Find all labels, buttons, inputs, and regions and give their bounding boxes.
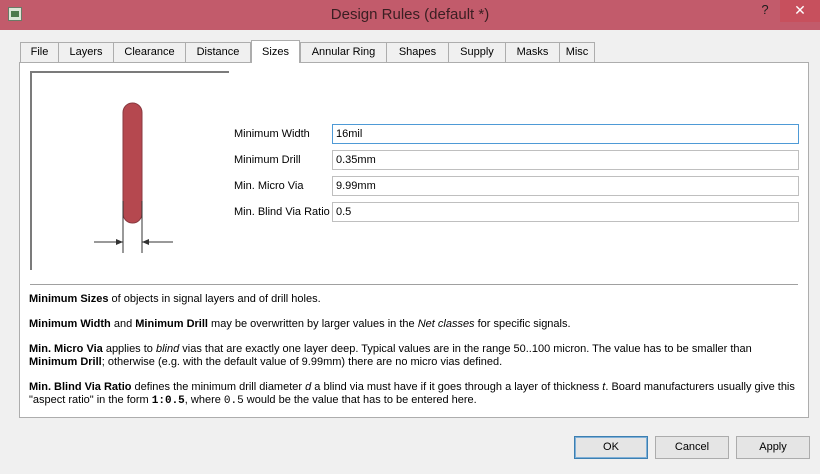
window-title: Design Rules (default *) xyxy=(330,6,490,23)
term-minimum-drill: Minimum Drill xyxy=(135,318,208,330)
min-drill-label: Minimum Drill xyxy=(234,154,301,166)
tab-shapes[interactable]: Shapes xyxy=(386,42,449,62)
aspect-ratio-value: 0.5 xyxy=(223,395,244,407)
min-drill-input[interactable] xyxy=(332,150,799,170)
cancel-button[interactable]: Cancel xyxy=(655,436,729,459)
tab-distance[interactable]: Distance xyxy=(185,42,251,62)
tab-masks[interactable]: Masks xyxy=(505,42,560,62)
tab-sizes[interactable]: Sizes xyxy=(251,40,300,63)
desc-text: , where xyxy=(184,394,224,406)
term-minimum-sizes: Minimum Sizes xyxy=(29,293,109,305)
tab-misc[interactable]: Misc xyxy=(559,42,595,62)
arrow-left-icon xyxy=(142,239,149,245)
desc-text: a blind via must have if it goes through… xyxy=(311,381,603,393)
separator xyxy=(30,284,798,285)
desc-text: for specific signals. xyxy=(474,318,571,330)
term-minimum-width: Minimum Width xyxy=(29,318,111,330)
desc-text: and xyxy=(110,318,136,330)
term-min-micro-via: Min. Micro Via xyxy=(29,343,103,355)
sizes-panel: Minimum Width Minimum Drill Min. Micro V… xyxy=(19,62,809,418)
description-minimum-sizes: Minimum Sizes of objects in signal layer… xyxy=(29,293,799,306)
min-width-label: Minimum Width xyxy=(234,128,310,140)
min-blind-via-ratio-input[interactable] xyxy=(332,202,799,222)
description-blind-via-ratio: Min. Blind Via Ratio defines the minimum… xyxy=(29,381,799,408)
desc-text: ; otherwise (e.g. with the default value… xyxy=(101,356,503,368)
desc-text: would be the value that has to be entere… xyxy=(243,394,477,406)
tab-annular-ring[interactable]: Annular Ring xyxy=(300,42,387,62)
desc-text: defines the minimum drill diameter xyxy=(131,381,306,393)
min-width-input[interactable] xyxy=(332,124,799,144)
arrow-right-icon xyxy=(116,239,123,245)
description-micro-via: Min. Micro Via applies to blind vias tha… xyxy=(29,343,799,369)
aspect-ratio-example: 1:0.5 xyxy=(151,395,185,407)
apply-button[interactable]: Apply xyxy=(736,436,810,459)
trace-width-preview xyxy=(30,71,229,270)
min-micro-via-label: Min. Micro Via xyxy=(234,180,304,192)
desc-text: vias that are exactly one layer deep. Ty… xyxy=(179,343,752,355)
trace-shape xyxy=(122,102,143,224)
tab-supply[interactable]: Supply xyxy=(448,42,506,62)
min-micro-via-input[interactable] xyxy=(332,176,799,196)
term-net-classes: Net classes xyxy=(417,318,475,330)
ok-button[interactable]: OK xyxy=(574,436,648,459)
term-blind: blind xyxy=(155,343,180,355)
trace-width-diagram xyxy=(94,102,173,253)
close-icon: ✕ xyxy=(794,2,806,18)
desc-text: of objects in signal layers and of drill… xyxy=(108,293,321,305)
title-bar[interactable]: Design Rules (default *) ? ✕ xyxy=(0,0,820,30)
close-button[interactable]: ✕ xyxy=(780,0,820,22)
term-min-blind-via-ratio: Min. Blind Via Ratio xyxy=(29,381,132,393)
min-blind-via-ratio-label: Min. Blind Via Ratio xyxy=(234,206,330,218)
desc-text: may be overwritten by larger values in t… xyxy=(207,318,418,330)
desc-text: applies to xyxy=(102,343,156,355)
tab-clearance[interactable]: Clearance xyxy=(113,42,186,62)
tab-file[interactable]: File xyxy=(20,42,59,62)
description-width-drill: Minimum Width and Minimum Drill may be o… xyxy=(29,318,799,331)
design-rules-dialog: Design Rules (default *) ? ✕ File Layers… xyxy=(0,0,820,474)
tab-layers[interactable]: Layers xyxy=(58,42,114,62)
term-minimum-drill: Minimum Drill xyxy=(29,356,102,368)
help-button[interactable]: ? xyxy=(752,0,778,22)
